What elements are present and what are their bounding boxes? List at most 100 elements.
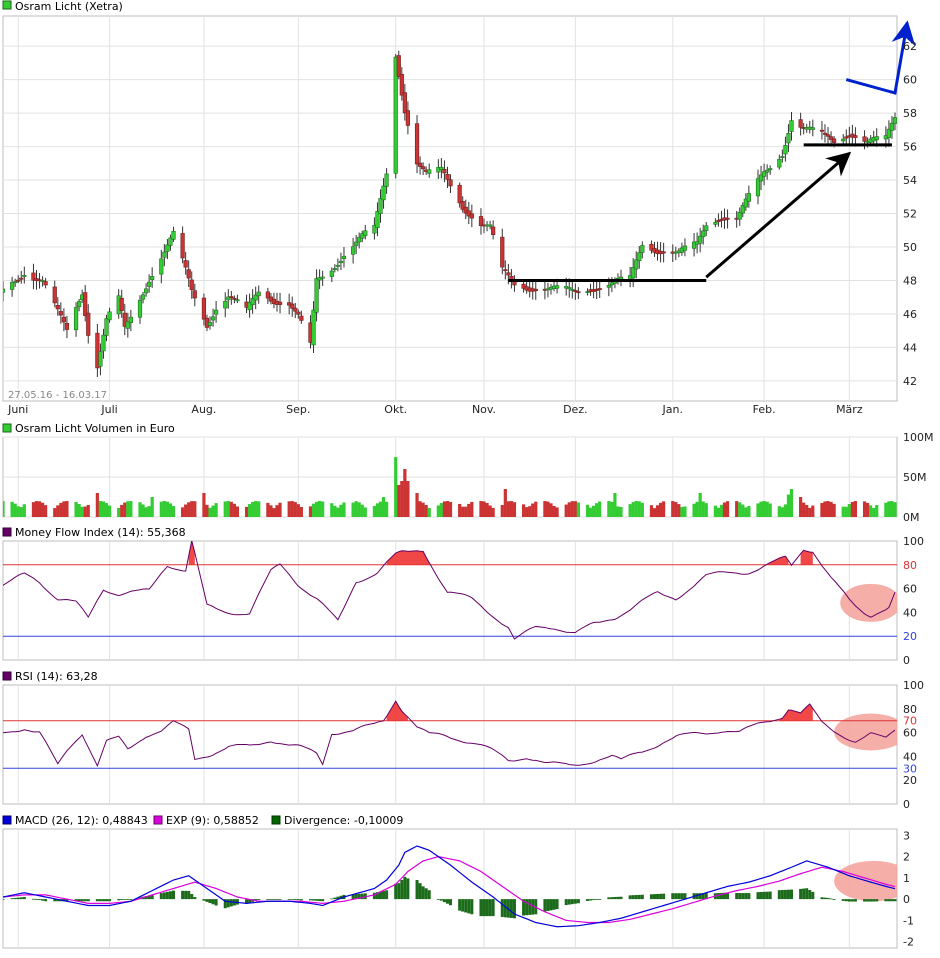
rsi-plot-area [2, 684, 898, 805]
exp-legend-swatch [153, 815, 163, 825]
divergence-bar [330, 898, 334, 900]
plot-frame [2, 684, 898, 805]
volume-bar [491, 507, 495, 517]
y-tick-label: 0M [903, 511, 920, 524]
volume-bar [585, 504, 590, 517]
mfi-plot-area [2, 540, 898, 661]
divergence-bar [607, 897, 611, 900]
divergence-bar [80, 899, 84, 902]
divergence-bar [86, 899, 90, 902]
candle-body [417, 162, 423, 167]
volume-bar [719, 504, 724, 517]
candle-body [354, 241, 359, 246]
macd-legend-swatch [2, 815, 12, 825]
volume-bar [19, 507, 23, 517]
divergence-bar [872, 899, 876, 902]
volume-bar [655, 505, 660, 517]
volume-bar [701, 501, 705, 517]
divergence-bar [564, 899, 568, 906]
chart-canvas: Osram Licht (Xetra) 27.05.16 - 16.03.17 … [2, 0, 934, 949]
candle-body [61, 316, 66, 323]
divergence-bar [866, 899, 870, 902]
volume-bar [397, 485, 401, 517]
volume-bar [862, 501, 867, 517]
divergence-bar [400, 880, 404, 900]
candle-body [755, 178, 761, 197]
divergence-bar [512, 899, 516, 919]
divergence-bar [95, 899, 99, 902]
divergence-bar [875, 899, 879, 902]
divergence-bar [628, 895, 632, 900]
divergence-bar [783, 889, 787, 900]
y-tick-label: -2 [903, 936, 914, 949]
divergence-bar [823, 897, 827, 900]
volume-bar [31, 502, 36, 517]
volume-bar [500, 505, 504, 517]
volume-bar [293, 502, 297, 517]
y-tick-label: 100 [903, 679, 924, 692]
volume-chart-title: Osram Licht Volumen in Euro [15, 422, 175, 435]
candle-body [159, 258, 164, 275]
candle-body [128, 316, 133, 323]
volume-bar [762, 501, 766, 517]
volume-bar [671, 501, 675, 517]
candle-body [405, 110, 411, 126]
candle-body [332, 268, 337, 270]
price-legend-swatch [2, 0, 12, 10]
candle-body [789, 120, 794, 132]
y-tick-label: 20 [903, 630, 917, 643]
candle-body [682, 245, 688, 251]
volume-bar [165, 501, 169, 517]
divergence-bar [576, 899, 580, 904]
volume-bar [649, 505, 654, 517]
volume-bar [588, 507, 593, 517]
divergence-bar [229, 899, 233, 907]
divergence-bar [308, 899, 312, 901]
candle-body [147, 281, 152, 287]
volume-bar [695, 501, 699, 517]
candle-body [101, 334, 106, 352]
x-tick-label: Nov. [472, 403, 496, 416]
volume-bar [83, 506, 87, 517]
plot-frame [2, 15, 898, 402]
volume-bar [202, 493, 206, 517]
y-tick-label: 56 [903, 141, 917, 154]
candle-body [290, 303, 295, 309]
volume-bar [296, 504, 300, 517]
y-tick-label: 100M [903, 431, 934, 444]
y-tick-label: 62 [903, 40, 917, 53]
volume-bar [150, 497, 154, 517]
divergence-bar [98, 899, 102, 902]
volume-bar [841, 506, 845, 517]
divergence-bar [159, 893, 163, 900]
volume-bar [805, 504, 809, 517]
volume-bar [351, 502, 355, 517]
volume-bar [171, 506, 176, 517]
divergence-bar [488, 899, 492, 917]
candle-body [296, 311, 301, 315]
divergence-bar [126, 899, 130, 900]
volume-bar [802, 502, 806, 517]
divergence-bar [659, 893, 663, 900]
divergence-bar [680, 893, 684, 900]
candle-body [52, 286, 57, 304]
candle-body [107, 311, 112, 321]
volume-bar [811, 505, 815, 517]
y-tick-label: 3 [903, 829, 910, 842]
candle-body [186, 269, 191, 279]
y-tick-label: 0 [903, 654, 910, 667]
volume-bar [254, 501, 258, 517]
volume-bar [278, 502, 282, 517]
volume-bar [10, 501, 14, 517]
candle-body [58, 311, 63, 316]
divergence-bar [10, 898, 14, 900]
divergence-bar [193, 897, 197, 900]
volume-bar [823, 501, 827, 517]
volume-bar [318, 501, 322, 517]
volume-bar [53, 508, 57, 517]
candle-body [299, 315, 304, 321]
y-tick-label: 44 [903, 341, 917, 354]
volume-bar [637, 501, 641, 517]
volume-bar [744, 507, 748, 517]
divergence-bar [780, 890, 784, 900]
